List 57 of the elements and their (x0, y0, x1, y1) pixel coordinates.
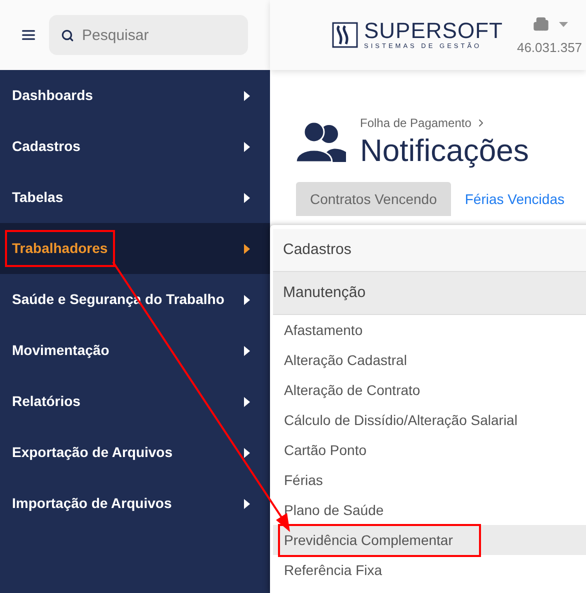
sidebar-item-label: Dashboards (12, 86, 93, 105)
submenu-item[interactable]: Cálculo de Dissídio/Alteração Salarial (273, 405, 586, 435)
search-field[interactable]: Pesquisar (49, 15, 248, 55)
people-icon (296, 122, 346, 162)
caret-icon (244, 448, 250, 458)
submenu-item-label: Alteração Cadastral (284, 350, 407, 370)
sidebar-item-label: Importação de Arquivos (12, 494, 172, 513)
submenu-item[interactable]: Plano de Saúde (273, 495, 586, 525)
building-icon[interactable] (532, 16, 549, 32)
caret-down-icon[interactable] (558, 22, 568, 27)
submenu-item[interactable]: Alteração de Contrato (273, 375, 586, 405)
caret-icon (244, 294, 250, 304)
submenu-item[interactable]: Alteração Cadastral (273, 345, 586, 375)
breadcrumb-link[interactable]: Folha de Pagamento (360, 114, 472, 132)
submenu-item[interactable]: Férias (273, 465, 586, 495)
submenu-item-label: Referência Fixa (284, 560, 382, 580)
submenu-item-label: Previdência Complementar (278, 524, 481, 556)
submenu-section[interactable]: Manutenção (273, 272, 586, 315)
sidebar-item[interactable]: Relatórios (0, 376, 270, 427)
submenu-item-label: Cartão Ponto (284, 440, 366, 460)
sidebar-item-label: Trabalhadores (5, 230, 115, 267)
search-icon (61, 29, 74, 42)
sidebar-item-label: Movimentação (12, 341, 110, 360)
sidebar-item-label: Cadastros (12, 137, 80, 156)
caret-icon (244, 244, 250, 254)
logo-name: SUPERSOFT (364, 20, 503, 42)
caret-icon (244, 90, 250, 100)
company-id: 46.031.357 (516, 39, 582, 58)
sidebar-item-label: Tabelas (12, 188, 64, 207)
sidebar-item[interactable]: Trabalhadores (0, 223, 270, 274)
submenu-item-label: Afastamento (284, 320, 363, 340)
caret-icon (244, 142, 250, 152)
logo-icon (332, 22, 358, 48)
submenu-item-label: Alteração de Contrato (284, 380, 420, 400)
submenu-item[interactable]: Referência Fixa (273, 555, 586, 585)
sidebar-item-label: Exportação de Arquivos (12, 443, 173, 462)
tab[interactable]: Férias Vencidas (450, 182, 578, 216)
submenu-item-label: Cálculo de Dissídio/Alteração Salarial (284, 410, 518, 430)
sidebar-item-label: Relatórios (12, 392, 80, 411)
submenu-item[interactable]: Cartão Ponto (273, 435, 586, 465)
submenu-item[interactable]: Previdência Complementar (273, 525, 586, 555)
submenu-item-label: Plano de Saúde (284, 500, 384, 520)
sidebar-item[interactable]: Importação de Arquivos (0, 478, 270, 529)
caret-icon (244, 396, 250, 406)
submenu-item-label: Férias (284, 470, 323, 490)
sidebar-item[interactable]: Tabelas (0, 172, 270, 223)
caret-icon (244, 498, 250, 508)
sidebar-item[interactable]: Dashboards (0, 70, 270, 121)
tab[interactable]: Contratos Vencendo (296, 182, 451, 216)
sidebar-item[interactable]: Cadastros (0, 121, 270, 172)
sidebar-item[interactable]: Exportação de Arquivos (0, 427, 270, 478)
sidebar-item[interactable]: Movimentação (0, 325, 270, 376)
caret-icon (244, 346, 250, 356)
caret-icon (244, 192, 250, 202)
submenu-section[interactable]: Cadastros (273, 229, 586, 272)
submenu-item[interactable]: Afastamento (273, 315, 586, 345)
page-title: Notificações (360, 132, 529, 170)
